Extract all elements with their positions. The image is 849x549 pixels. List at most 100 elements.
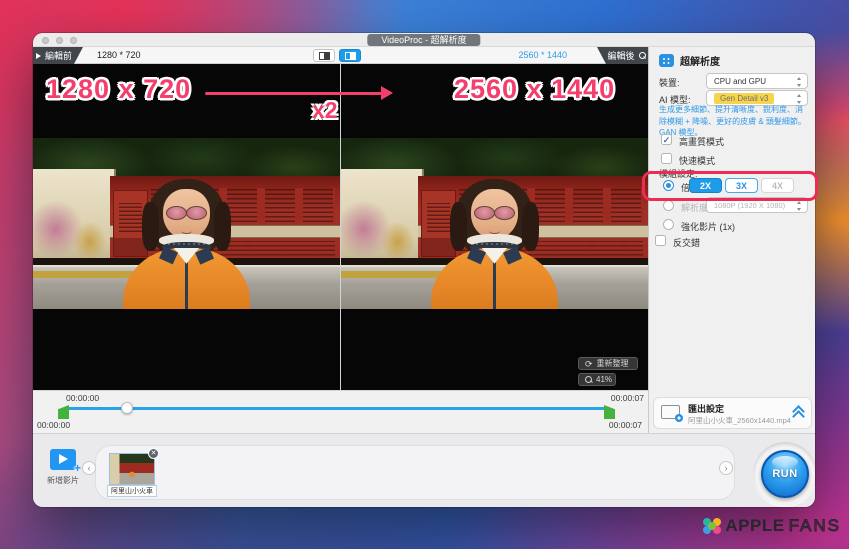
timeline-end-time: 00:00:07	[611, 393, 644, 403]
train-photo	[341, 138, 648, 309]
scale-4x-button[interactable]: 4X	[761, 178, 794, 193]
scale-3x-button[interactable]: 3X	[725, 178, 758, 193]
clip-thumbnail[interactable]: ✕ 阿里山小火車	[109, 453, 155, 498]
clip-list-track	[95, 445, 735, 500]
timeline-playhead[interactable]	[121, 402, 133, 414]
stepper-icon	[796, 201, 803, 211]
woman	[122, 179, 251, 309]
clip-name: 阿里山小火車	[107, 485, 157, 497]
monitor-gear-icon	[661, 405, 680, 419]
upscale-arrow	[205, 92, 383, 95]
export-settings-title: 匯出設定	[688, 402, 724, 415]
refresh-preview-button[interactable]: ⟳ 重新整理	[578, 357, 638, 370]
scroll-right-button[interactable]: ›	[719, 461, 733, 475]
trim-end-handle[interactable]	[604, 405, 615, 419]
deinterlace-checkbox[interactable]	[655, 235, 666, 246]
single-view-button[interactable]	[313, 49, 335, 62]
resolution-select[interactable]: 1080P (1920 X 1080)	[706, 197, 808, 213]
device-label: 裝置:	[659, 76, 680, 89]
trim-end-time: 00:00:07	[609, 420, 642, 430]
export-settings-box[interactable]: 匯出設定 阿里山小火車_2560x1440.mp4	[653, 397, 812, 429]
titlebar: VideoProc - 超解析度	[33, 33, 815, 47]
scale-radio[interactable]	[663, 180, 674, 191]
scale-2x-button[interactable]: 2X	[689, 178, 722, 193]
watermark: APPLE FANS	[703, 516, 841, 536]
overlay-source-resolution: 1280 x 720	[46, 74, 191, 105]
zoom-level-button[interactable]: 41%	[578, 373, 616, 386]
deinterlace-label: 反交錯	[673, 236, 700, 249]
timeline: 00:00:00 00:00:07 00:00:00 00:00:07	[33, 390, 648, 433]
trim-start-time: 00:00:00	[37, 420, 70, 430]
refresh-icon: ⟳	[585, 360, 593, 368]
window-title: VideoProc - 超解析度	[367, 34, 480, 46]
add-video-button[interactable]: + 新增影片	[44, 449, 82, 486]
zoom-level-value: 41%	[596, 375, 612, 384]
video-pane-before[interactable]	[33, 64, 340, 390]
desktop-wallpaper: VideoProc - 超解析度 編輯前 1280 * 720 2560 * 1…	[0, 0, 849, 549]
compare-divider[interactable]	[340, 64, 341, 390]
run-button-well: RUN	[753, 442, 815, 506]
media-strip: + 新增影片 ‹ ✕ 阿里山小火車 › RUN	[33, 433, 815, 507]
train-photo	[33, 138, 340, 309]
timeline-start-time: 00:00:00	[66, 393, 99, 403]
model-description: 生成更多細節、提升清晰度、銳利度、消除模糊 + 降噪、更好的皮膚 & 頭髮細節。…	[659, 104, 809, 139]
passenger-car	[33, 169, 116, 266]
split-view-icon	[345, 52, 356, 60]
zoom-icon	[585, 376, 592, 383]
resolution-value: 1080P (1920 X 1080)	[714, 201, 785, 210]
source-resolution: 1280 * 720	[97, 50, 141, 60]
device-select[interactable]: CPU and GPU	[706, 73, 808, 89]
run-button[interactable]: RUN	[761, 450, 809, 498]
tab-before-edit[interactable]: 編輯前	[33, 47, 83, 64]
play-icon	[36, 53, 41, 59]
hq-mode-checkbox[interactable]: ✓	[661, 134, 672, 145]
refresh-label: 重新整理	[597, 358, 629, 369]
butterfly-logo	[703, 517, 721, 535]
device-value: CPU and GPU	[714, 77, 766, 86]
zoom-window-icon[interactable]	[70, 37, 77, 44]
scroll-left-button[interactable]: ‹	[82, 461, 96, 475]
tab-after-edit[interactable]: 編輯後	[597, 47, 648, 64]
orange-jacket	[431, 248, 557, 309]
export-filename: 阿里山小火車_2560x1440.mp4	[688, 415, 791, 426]
model-value: Gen Detail v3	[714, 93, 774, 104]
woman	[430, 179, 559, 309]
minimize-window-icon[interactable]	[56, 37, 63, 44]
sunglasses	[474, 206, 515, 218]
output-resolution: 2560 * 1440	[495, 50, 567, 60]
panel-header: 超解析度	[659, 53, 720, 68]
collapse-icon[interactable]	[793, 407, 803, 421]
clip-thumbnail-image[interactable]	[109, 453, 155, 485]
overlay-output-resolution: 2560 x 1440	[454, 74, 615, 105]
split-view-button[interactable]	[339, 49, 361, 62]
passenger-car	[341, 169, 424, 266]
search-icon	[639, 52, 646, 59]
plus-icon: +	[74, 463, 81, 473]
sunglasses	[166, 206, 207, 218]
tab-before-label: 編輯前	[45, 49, 72, 62]
enhance-radio[interactable]	[663, 219, 674, 230]
orange-jacket	[123, 248, 249, 309]
compare-toolbar: 編輯前 1280 * 720 2560 * 1440 編輯後	[33, 47, 648, 64]
add-video-icon: +	[50, 449, 76, 470]
panel-title: 超解析度	[680, 53, 720, 68]
stepper-icon	[796, 77, 803, 87]
timeline-track[interactable]	[63, 407, 610, 410]
videoproc-window: VideoProc - 超解析度 編輯前 1280 * 720 2560 * 1…	[33, 33, 815, 507]
video-pane-after[interactable]	[341, 64, 648, 390]
upscale-arrow-head-icon	[381, 86, 393, 100]
resolution-radio[interactable]	[663, 200, 674, 211]
add-video-label: 新增影片	[44, 475, 82, 486]
hq-mode-label: 高畫質模式	[679, 135, 724, 148]
enhance-label: 強化影片 (1x)	[681, 220, 735, 233]
fast-mode-label: 快速模式	[679, 154, 715, 167]
remove-clip-icon[interactable]: ✕	[148, 448, 159, 459]
stepper-icon	[796, 94, 803, 104]
resolution-label: 解析度	[681, 201, 708, 214]
close-window-icon[interactable]	[42, 37, 49, 44]
tab-after-label: 編輯後	[607, 49, 634, 62]
trim-start-handle[interactable]	[58, 405, 69, 419]
watermark-fans: FANS	[789, 516, 841, 536]
fast-mode-checkbox[interactable]	[661, 153, 672, 164]
traffic-lights[interactable]	[42, 37, 77, 44]
